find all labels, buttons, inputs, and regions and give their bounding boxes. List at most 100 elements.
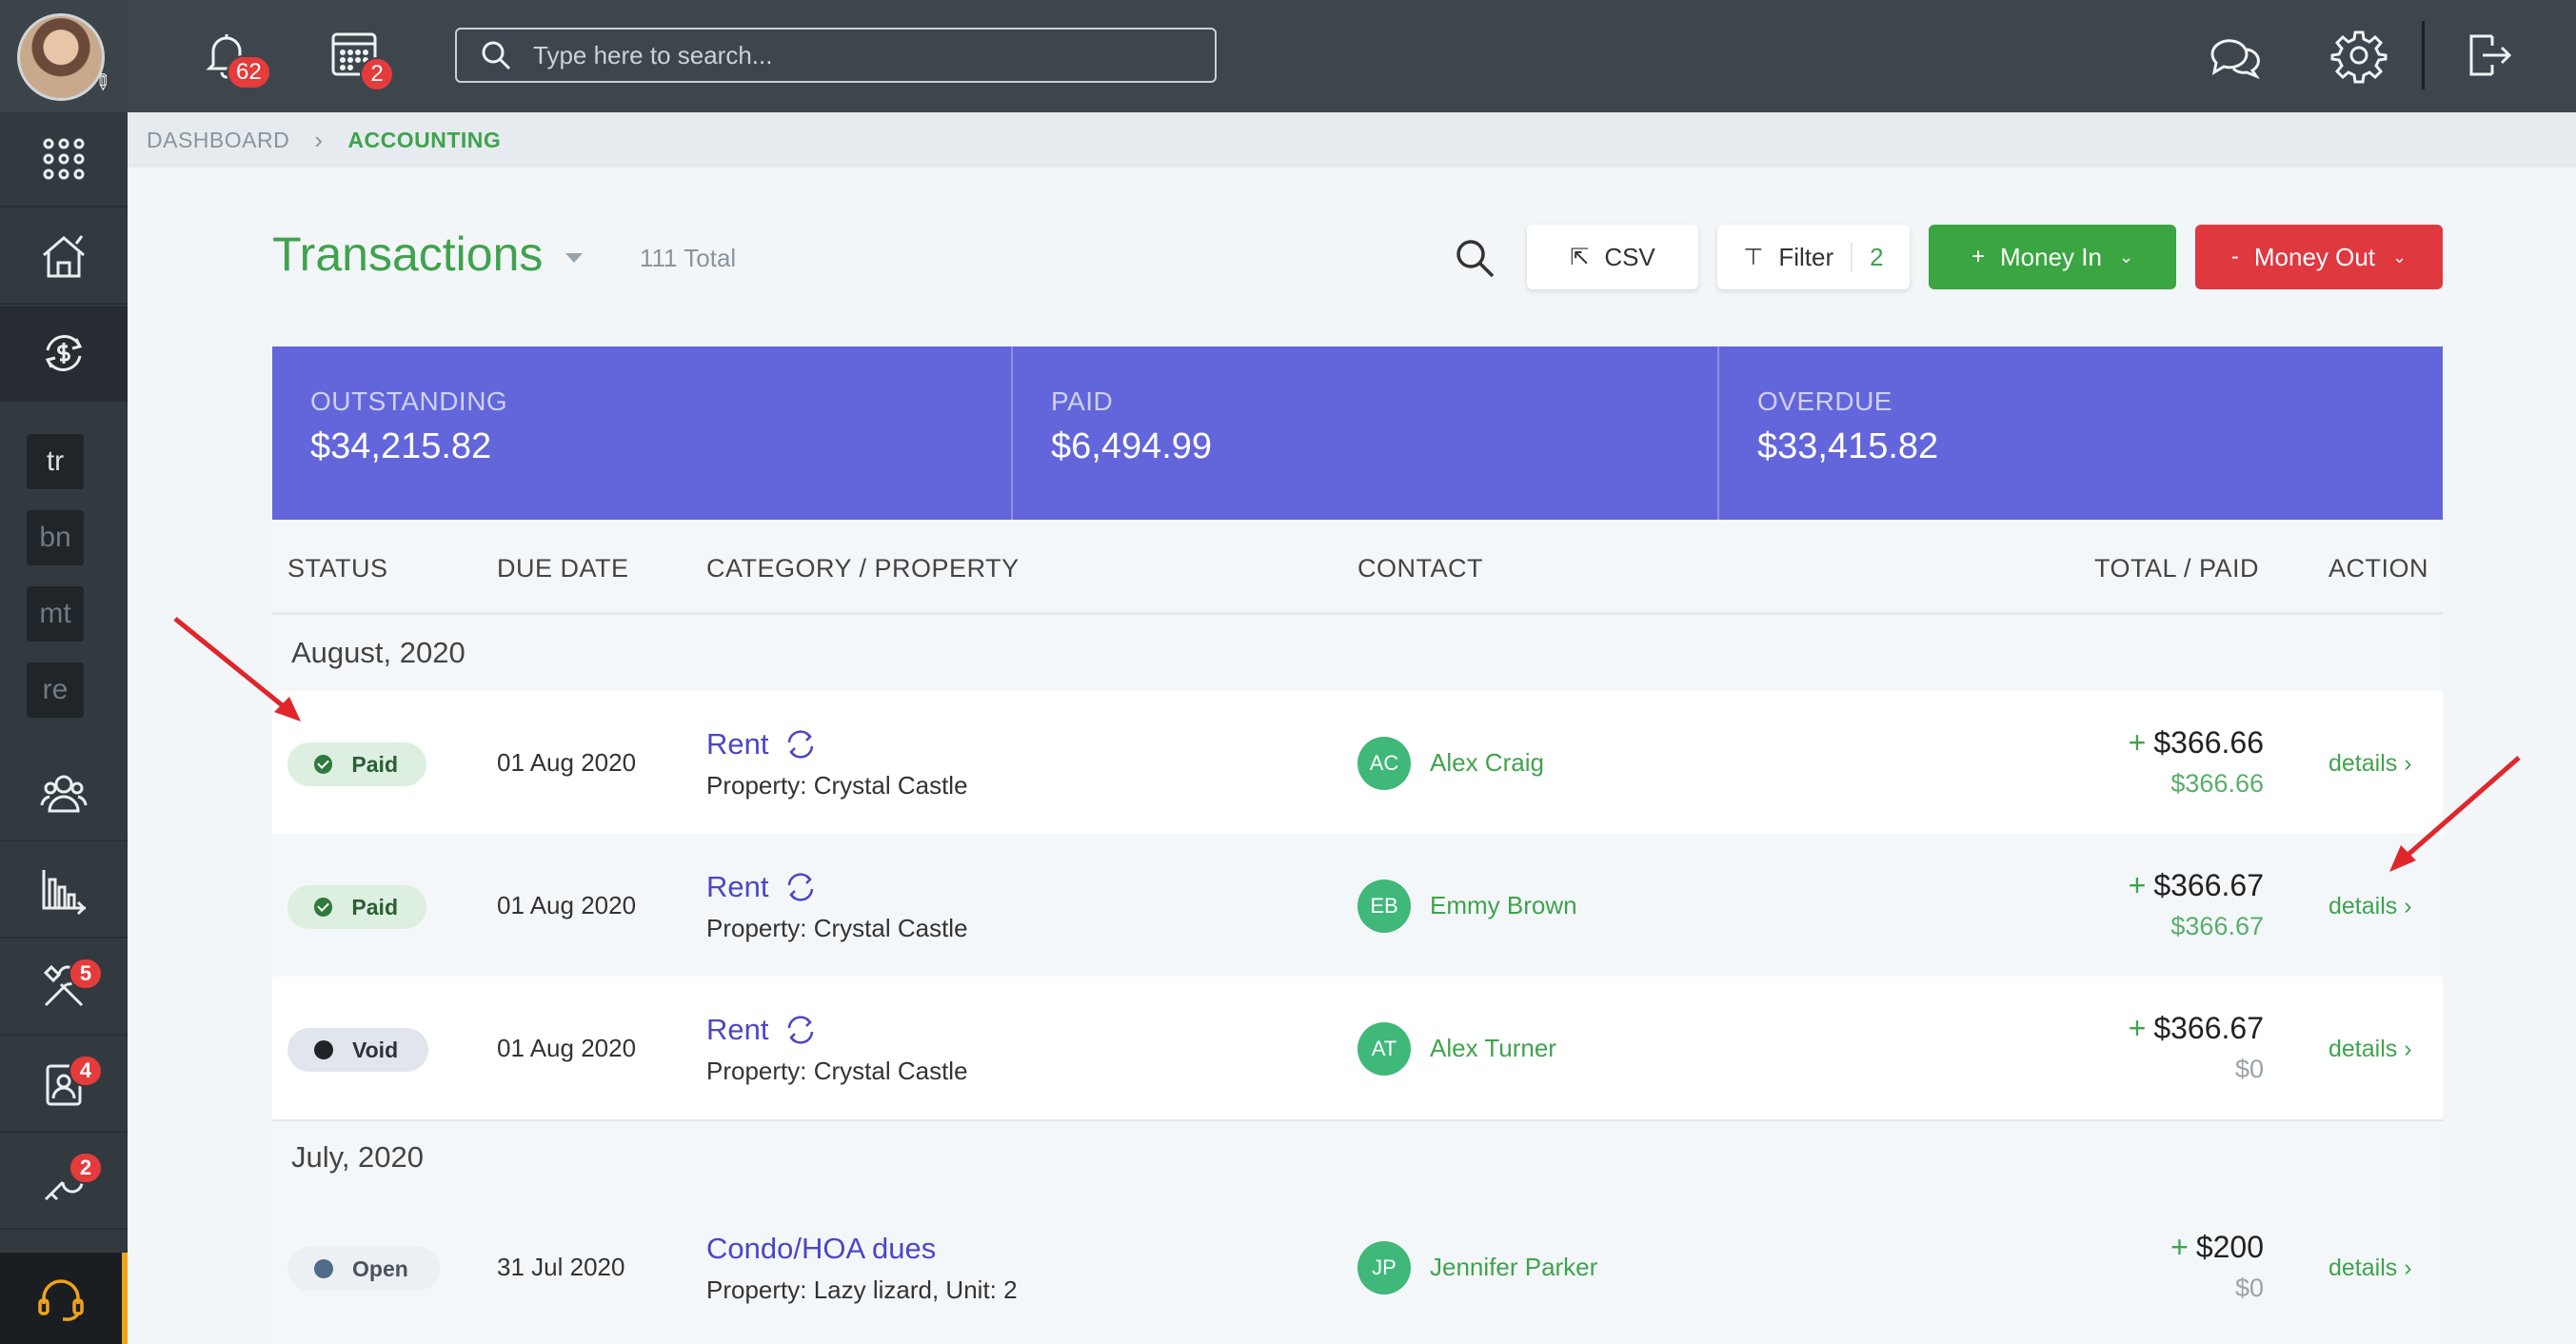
money-out-button[interactable]: - Money Out ⌄: [2195, 225, 2443, 289]
csv-export-button[interactable]: ⇱ CSV: [1527, 225, 1698, 289]
due-date: 01 Aug 2020: [497, 1034, 637, 1062]
property-text: Property: Crystal Castle: [706, 914, 968, 942]
details-link[interactable]: details ›: [2328, 1255, 2412, 1282]
chevron-down-icon: ⌄: [2392, 247, 2408, 267]
annotation-arrow-status: [173, 617, 301, 721]
property-text: Property: Lazy lizard, Unit: 2: [706, 1275, 1018, 1304]
sidebar-item-tenants[interactable]: 4: [0, 1038, 128, 1133]
table-row[interactable]: Void 01 Aug 2020 Rent Property: Crystal …: [272, 977, 2443, 1119]
group-label: July, 2020: [291, 1140, 425, 1174]
settings-button[interactable]: [2330, 27, 2388, 84]
chevron-down-icon[interactable]: [565, 253, 583, 263]
money-in-button[interactable]: + Money In ⌄: [1929, 225, 2176, 289]
recurring-icon: [788, 873, 814, 901]
total-value: $366.67: [2153, 1011, 2264, 1045]
table-row[interactable]: Paid 01 Aug 2020 Rent Property: Crystal …: [272, 834, 2443, 977]
sidebar-item-apps[interactable]: [0, 112, 128, 208]
quick-link-re[interactable]: re: [27, 662, 84, 718]
summary-cards: OUTSTANDING $34,215.82 PAID $6,494.99 OV…: [272, 346, 2443, 520]
contact-avatar: AT: [1357, 1022, 1411, 1076]
breadcrumb-dashboard[interactable]: DASHBOARD: [147, 128, 289, 153]
chat-bubbles-icon: [2210, 39, 2260, 80]
details-link[interactable]: details ›: [2328, 1036, 2412, 1063]
quick-link-mt[interactable]: mt: [27, 586, 84, 642]
sidebar-item-accounting[interactable]: [0, 306, 128, 402]
tenants-badge: 4: [69, 1055, 103, 1087]
contact-link[interactable]: Alex Craig: [1430, 748, 1544, 778]
paid-amount: $366.66: [2170, 769, 2264, 798]
breadcrumb: DASHBOARD › ACCOUNTING: [128, 112, 2576, 168]
accounting-cycle-icon: [45, 335, 83, 371]
column-category[interactable]: CATEGORY / PROPERTY: [706, 554, 1020, 583]
logout-button[interactable]: [2460, 27, 2517, 84]
contact-link[interactable]: Alex Turner: [1430, 1034, 1556, 1063]
minus-icon: -: [2230, 244, 2239, 269]
due-date: 01 Aug 2020: [497, 891, 637, 919]
table-row[interactable]: Paid 01 Aug 2020 Rent Property: Crystal …: [272, 691, 2443, 834]
status-text: Paid: [351, 894, 398, 919]
category-link[interactable]: Rent: [706, 1013, 818, 1047]
paid-amount: $0: [2234, 1055, 2264, 1083]
plus-sign: +: [2128, 1011, 2147, 1045]
column-contact[interactable]: CONTACT: [1357, 554, 1483, 583]
table-row[interactable]: Open 31 Jul 2020 Condo/HOA dues Property…: [272, 1196, 2443, 1338]
notifications-badge: 62: [227, 55, 271, 89]
transactions-table: STATUS DUE DATE CATEGORY / PROPERTY CONT…: [272, 520, 2443, 1344]
table-search-button[interactable]: [1453, 236, 1496, 280]
logout-icon: [2469, 34, 2512, 76]
category-text: Rent: [706, 870, 769, 903]
search-input[interactable]: [533, 40, 1199, 70]
sidebar-item-properties[interactable]: [0, 209, 128, 305]
open-dot-icon: [314, 1259, 333, 1278]
paid-amount: $366.67: [2170, 912, 2264, 940]
calendar-button[interactable]: 2: [326, 27, 394, 91]
details-text: details: [2328, 893, 2398, 919]
annotation-arrow-details: [2389, 756, 2521, 872]
sidebar-item-tools[interactable]: 2: [0, 1135, 128, 1230]
quick-link-tr[interactable]: tr: [27, 434, 84, 489]
chat-button[interactable]: [2205, 27, 2262, 84]
csv-label: CSV: [1604, 242, 1655, 271]
due-date: 01 Aug 2020: [497, 748, 637, 777]
column-total-paid[interactable]: TOTAL / PAID: [2094, 554, 2259, 583]
total-value: $200: [2195, 1230, 2264, 1264]
notifications-button[interactable]: 62: [198, 27, 271, 89]
calendar-badge: 2: [360, 57, 394, 91]
column-due-date[interactable]: DUE DATE: [497, 554, 629, 583]
details-text: details: [2328, 1036, 2398, 1062]
sidebar-item-reports[interactable]: [0, 843, 128, 939]
topbar-divider: [2422, 21, 2425, 89]
money-in-label: Money In: [1999, 242, 2102, 271]
status-badge: Paid: [287, 742, 426, 786]
global-search[interactable]: [455, 28, 1217, 83]
plus-icon: +: [1971, 244, 1985, 269]
category-link[interactable]: Rent: [706, 727, 818, 761]
due-date: 31 Jul 2020: [497, 1253, 625, 1281]
category-link[interactable]: Rent: [706, 870, 818, 904]
details-link[interactable]: details ›: [2328, 893, 2412, 920]
page-title[interactable]: Transactions: [272, 227, 543, 282]
quick-link-bn[interactable]: bn: [27, 510, 84, 565]
summary-value: $33,415.82: [1757, 426, 1939, 466]
category-text: Condo/HOA dues: [706, 1232, 937, 1265]
summary-label: OVERDUE: [1757, 386, 1892, 416]
sidebar-item-maintenance[interactable]: 5: [0, 940, 128, 1036]
money-out-label: Money Out: [2253, 242, 2376, 271]
summary-outstanding[interactable]: OUTSTANDING $34,215.82: [272, 346, 1013, 520]
summary-overdue[interactable]: OVERDUE $33,415.82: [1719, 346, 2443, 520]
filter-button[interactable]: ⊤ Filter 2: [1717, 225, 1910, 289]
category-link[interactable]: Condo/HOA dues: [706, 1232, 936, 1266]
contact-link[interactable]: Emmy Brown: [1430, 891, 1577, 920]
contact-link[interactable]: Jennifer Parker: [1430, 1253, 1597, 1282]
profile-area[interactable]: ✎: [0, 0, 128, 112]
sidebar: ✎ tr bn mt re 5 4 2: [0, 0, 128, 1344]
breadcrumb-accounting: ACCOUNTING: [347, 127, 502, 152]
support-button[interactable]: [0, 1253, 128, 1344]
total-value: $366.66: [2153, 725, 2264, 760]
summary-paid[interactable]: PAID $6,494.99: [1013, 346, 1719, 520]
summary-value: $6,494.99: [1051, 426, 1213, 466]
total-amount: + $366.66: [2129, 725, 2264, 761]
column-status[interactable]: STATUS: [287, 554, 388, 583]
sidebar-item-contacts[interactable]: [0, 746, 128, 841]
bar-chart-icon: [42, 870, 87, 916]
